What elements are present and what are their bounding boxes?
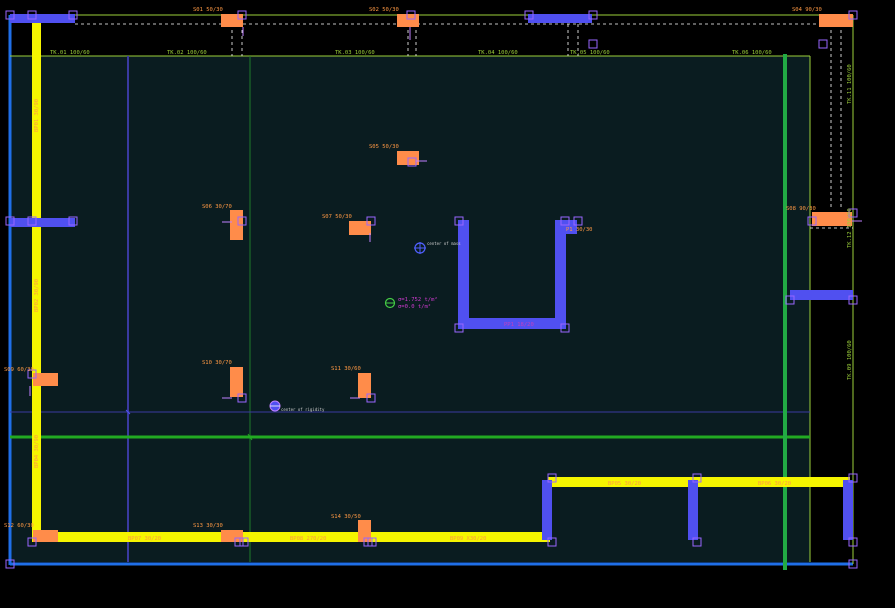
label-s04: S04 90/30 bbox=[792, 7, 822, 13]
label-pc: P1 30/30 bbox=[566, 227, 593, 233]
label-tk04: TK.04 100/60 bbox=[478, 50, 518, 56]
column-s09[interactable] bbox=[33, 373, 58, 386]
label-ushape-bottom: PP1 18/20 bbox=[504, 322, 534, 328]
label-stress-2: σ=0.0 t/m² bbox=[398, 303, 431, 310]
label-bp09: BP09 X30/20 bbox=[450, 536, 486, 542]
column-s12[interactable] bbox=[33, 530, 58, 542]
label-s12: S12 60/30 bbox=[4, 523, 34, 529]
wall-top-left[interactable] bbox=[10, 14, 75, 23]
wall-vertical-c[interactable] bbox=[843, 480, 853, 540]
column-s02[interactable] bbox=[397, 14, 419, 27]
label-s14: S14 30/50 bbox=[331, 514, 361, 520]
label-bp08: BP08 270/20 bbox=[290, 536, 326, 542]
label-tk01: TK.01 100/60 bbox=[50, 50, 90, 56]
label-tk05: TK.05 100/60 bbox=[570, 50, 610, 56]
column-s01[interactable] bbox=[221, 14, 243, 27]
floor-plan-svg[interactable]: TK.01 100/60 TK.02 100/60 TK.03 100/60 T… bbox=[0, 0, 895, 604]
label-s10: S10 30/70 bbox=[202, 360, 232, 366]
label-tk06: TK.06 100/60 bbox=[732, 50, 772, 56]
label-s07: S07 50/30 bbox=[322, 214, 352, 220]
label-s11: S11 30/60 bbox=[331, 366, 361, 372]
label-tk03: TK.03 100/60 bbox=[335, 50, 375, 56]
label-s06: S06 30/70 bbox=[202, 204, 232, 210]
wall-top-right[interactable] bbox=[528, 14, 592, 23]
label-tk11: TK.11 100/60 bbox=[847, 64, 853, 104]
label-bp04: BP04 30/90 bbox=[34, 435, 40, 468]
wall-vertical-b[interactable] bbox=[688, 480, 698, 540]
label-bp02: BP02 30/90 bbox=[34, 279, 40, 312]
label-stress-1: σ=1.752 t/m² bbox=[398, 296, 438, 303]
label-bp07: BP07 30/20 bbox=[128, 536, 161, 542]
label-s01: S01 50/30 bbox=[193, 7, 223, 13]
label-s02: S02 50/30 bbox=[369, 7, 399, 13]
cad-drawing-canvas[interactable]: TK.01 100/60 TK.02 100/60 TK.03 100/60 T… bbox=[0, 0, 895, 604]
label-bp05: BP05 30/20 bbox=[608, 481, 641, 487]
wall-mid-right[interactable] bbox=[790, 290, 853, 300]
column-s04[interactable] bbox=[819, 14, 853, 27]
label-s08: S08 90/30 bbox=[786, 206, 816, 212]
wall-mid-left[interactable] bbox=[10, 218, 75, 227]
label-tk12: TK.12 100/60 bbox=[847, 208, 853, 248]
label-tk09: TK.09 100/60 bbox=[847, 340, 853, 380]
label-bp06: BP06 30/20 bbox=[758, 481, 791, 487]
label-s09: S09 60/30 bbox=[4, 367, 34, 373]
label-mass-center: center of mass bbox=[427, 241, 461, 246]
ushape-right[interactable] bbox=[555, 220, 566, 328]
label-rigidity-center: center of rigidity bbox=[281, 407, 325, 412]
ushape-left[interactable] bbox=[458, 220, 469, 328]
label-tk02: TK.02 100/60 bbox=[167, 50, 207, 56]
column-s07[interactable] bbox=[349, 221, 371, 235]
column-s10[interactable] bbox=[230, 367, 243, 397]
label-s05: S05 50/30 bbox=[369, 144, 399, 150]
label-s13: S13 30/30 bbox=[193, 523, 223, 529]
wall-vertical-a[interactable] bbox=[542, 480, 552, 540]
label-bp01: BP01 30/90 bbox=[34, 99, 40, 132]
column-s08[interactable] bbox=[812, 212, 852, 226]
